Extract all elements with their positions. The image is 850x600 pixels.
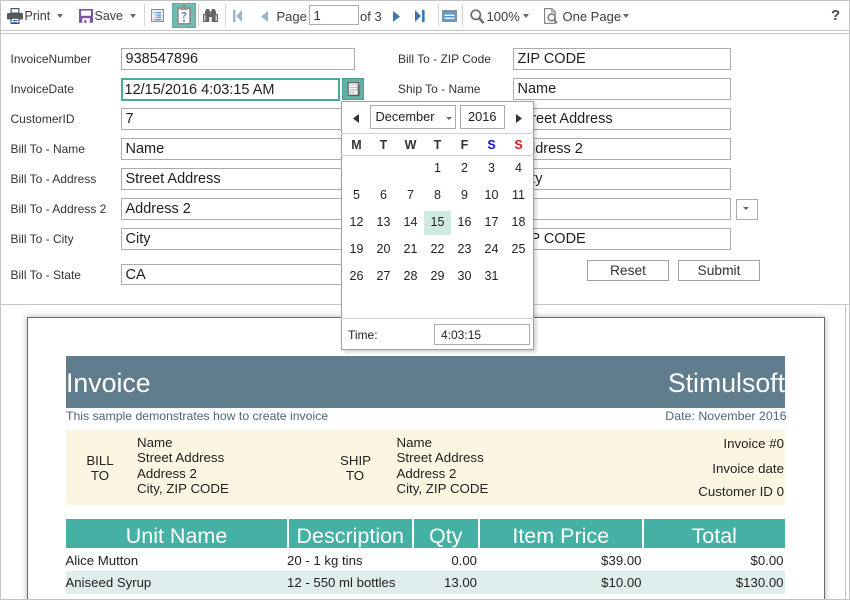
svg-text:?: ? [181, 11, 187, 22]
